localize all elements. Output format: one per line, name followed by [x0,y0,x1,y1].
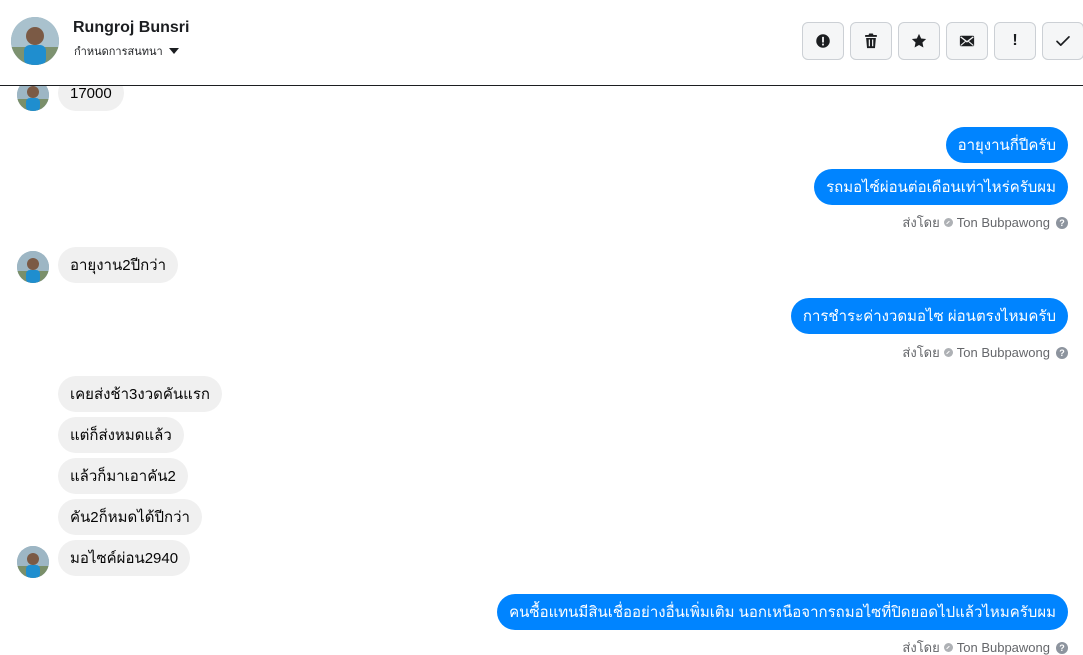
action-toolbar: ! [802,22,1083,60]
exclamation-label: ! [1012,32,1018,49]
verified-icon [943,218,953,227]
mark-done-button[interactable] [1042,22,1083,60]
mail-icon [959,35,975,47]
sent-by-label: ส่งโดย Ton Bubpawong ? [902,637,1068,655]
trash-icon [865,33,877,49]
sent-by-agent: Ton Bubpawong [956,640,1050,655]
message-thread: 17000 อายุงานกี่ปีครับ รถมอไซ์ผ่อนต่อเดื… [0,0,1083,655]
mark-unread-button[interactable] [946,22,988,60]
verified-icon [943,348,953,357]
check-icon [1056,36,1070,46]
contact-name[interactable]: Rungroj Bunsri [73,19,189,37]
help-icon[interactable]: ? [1056,641,1068,654]
help-icon[interactable]: ? [1056,216,1068,229]
incoming-message: เคยส่งช้า3งวดคันแรก [58,376,222,412]
incoming-message: แล้วก็มาเอาคัน2 [58,458,188,494]
outgoing-message: คนซื้อแทนมีสินเชื่ออย่างอื่นเพิ่มเติม นอ… [497,594,1068,630]
sent-by-prefix: ส่งโดย [902,215,940,230]
incoming-message: มอไซค์ผ่อน2940 [58,540,191,576]
outgoing-message: การชำระค่างวดมอไซ ผ่อนตรงไหมครับ [790,298,1068,334]
report-icon [816,34,830,48]
sent-by-agent: Ton Bubpawong [956,215,1050,230]
chevron-down-icon [168,48,179,54]
contact-avatar-large[interactable] [11,17,59,65]
incoming-message: อายุงาน2ปีกว่า [58,247,179,283]
outgoing-message: อายุงานกี่ปีครับ [945,127,1068,163]
sent-by-prefix: ส่งโดย [902,640,940,655]
conversation-header: Rungroj Bunsri กำหนดการสนทนา ! [0,0,1083,86]
star-button[interactable] [898,22,940,60]
contact-avatar[interactable] [17,546,49,578]
report-button[interactable] [802,22,844,60]
incoming-message: คัน2ก็หมดได้ปีกว่า [58,499,202,535]
sent-by-label: ส่งโดย Ton Bubpawong ? [902,342,1068,363]
sent-by-agent: Ton Bubpawong [956,345,1050,360]
help-icon[interactable]: ? [1056,346,1068,359]
outgoing-message: รถมอไซ์ผ่อนต่อเดือนเท่าไหร่ครับผม [814,169,1068,205]
sent-by-label: ส่งโดย Ton Bubpawong ? [902,212,1068,233]
conversation-settings-label: กำหนดการสนทนา [74,46,163,58]
conversation-settings-dropdown[interactable]: กำหนดการสนทนา [74,42,179,60]
delete-button[interactable] [850,22,892,60]
follow-up-button[interactable]: ! [994,22,1036,60]
verified-icon [943,643,953,652]
star-icon [911,33,927,48]
contact-avatar[interactable] [17,251,49,283]
sent-by-prefix: ส่งโดย [902,345,940,360]
incoming-message: แต่ก็ส่งหมดแล้ว [58,417,184,453]
